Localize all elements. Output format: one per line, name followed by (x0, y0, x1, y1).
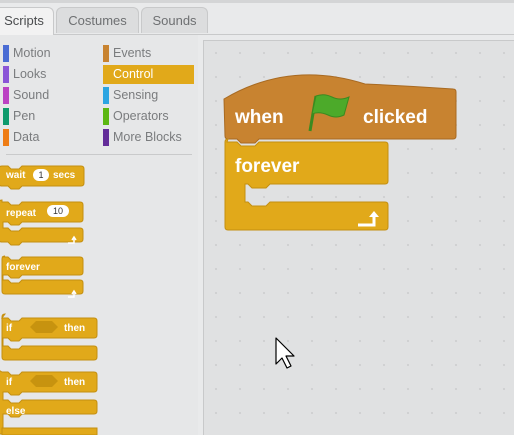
palette-blocks-canvas: wait 1 secs repeat 10 forever if then if… (0, 165, 98, 435)
forever-palette-label: forever (6, 262, 40, 273)
if-label: if (6, 377, 13, 388)
wait-seconds-value: 1 (38, 170, 43, 180)
repeat-count-value: 10 (53, 206, 63, 216)
forever-palette-block[interactable]: forever (1, 255, 84, 298)
wait-suffix: secs (53, 170, 76, 181)
wait-label: wait (5, 170, 26, 181)
tab-scripts-label: Scripts (4, 13, 44, 28)
tab-scripts[interactable]: Scripts (0, 7, 54, 35)
if-then-block[interactable]: if then (1, 313, 98, 361)
tab-costumes[interactable]: Costumes (56, 7, 139, 33)
top-border (0, 0, 514, 3)
if-then-else-block[interactable]: if then else (0, 368, 98, 435)
if-else-lower-arm (1, 427, 98, 435)
repeat-block[interactable]: repeat 10 (0, 199, 84, 246)
tab-costumes-label: Costumes (68, 13, 127, 28)
block-palette: Motion Looks Sound Pen Data Events Contr… (0, 35, 198, 435)
tab-bar: Scripts Costumes Sounds (0, 7, 514, 35)
if-label: if (6, 323, 13, 334)
then-label: then (64, 377, 85, 388)
wait-block[interactable]: wait 1 secs (0, 165, 85, 190)
tab-sounds[interactable]: Sounds (141, 7, 208, 33)
then-label: then (64, 323, 85, 334)
else-label: else (6, 406, 26, 417)
tab-sounds-label: Sounds (152, 13, 197, 28)
repeat-label: repeat (6, 208, 37, 219)
script-area[interactable] (203, 40, 514, 435)
